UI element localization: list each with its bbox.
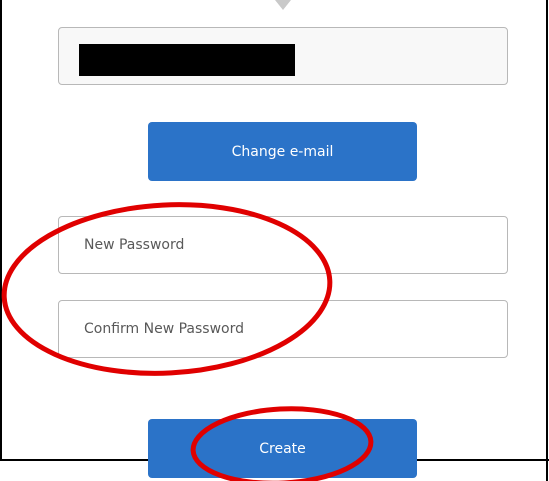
confirm-password-input[interactable] [59,301,507,357]
email-field[interactable] [58,27,508,85]
change-email-button[interactable]: Change e-mail [148,122,417,181]
create-button[interactable]: Create [148,419,417,478]
redacted-email-value [79,44,295,76]
frame-border-right [546,0,548,481]
frame-border-left [0,0,2,460]
password-change-form: Change e-mail Create [0,0,549,481]
caret-down-icon [275,0,291,10]
new-password-input[interactable] [59,217,507,273]
new-password-field-box [58,216,508,274]
confirm-password-field-box [58,300,508,358]
